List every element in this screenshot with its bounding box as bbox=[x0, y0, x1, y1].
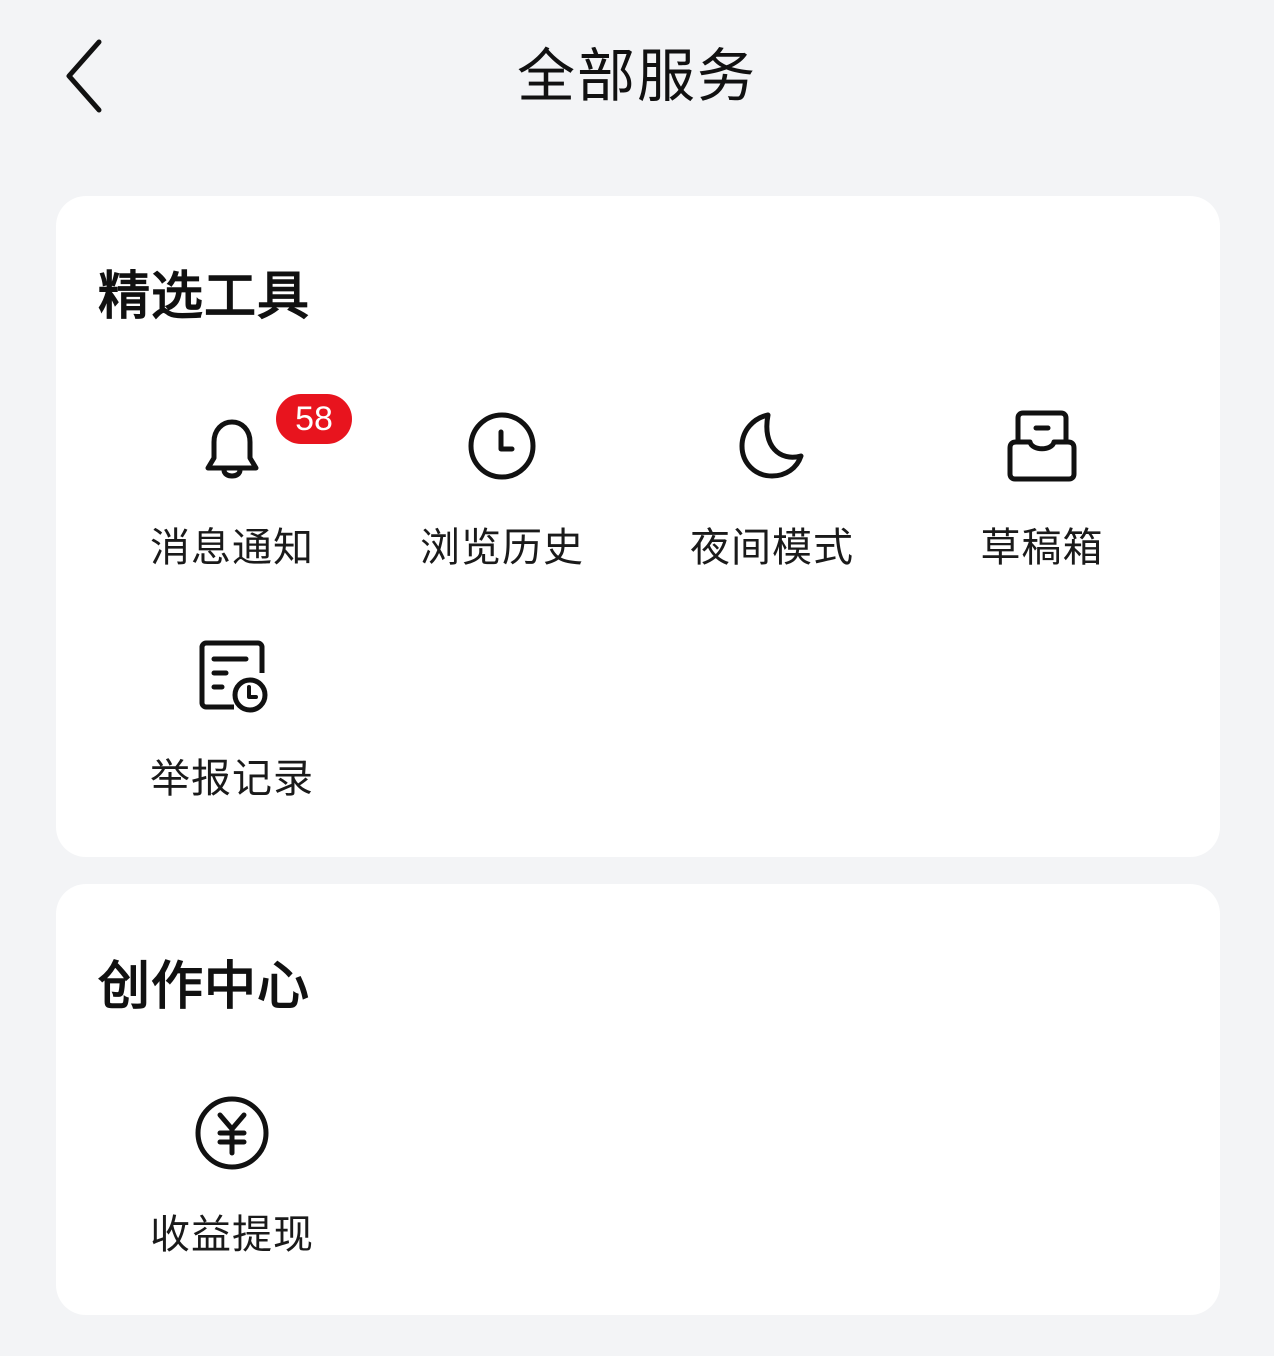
tool-label: 收益提现 bbox=[150, 1212, 314, 1258]
tool-notifications[interactable]: 58 消息通知 bbox=[97, 394, 367, 588]
bell-icon bbox=[194, 408, 270, 484]
tool-report-records[interactable]: 举报记录 bbox=[97, 639, 367, 819]
tool-drafts[interactable]: 草稿箱 bbox=[907, 408, 1177, 588]
tool-history[interactable]: 浏览历史 bbox=[367, 408, 637, 588]
tool-night-mode[interactable]: 夜间模式 bbox=[637, 408, 907, 588]
tool-label: 浏览历史 bbox=[420, 525, 584, 571]
creator-center-card: 创作中心 收益提现 bbox=[56, 884, 1220, 1315]
section-title: 创作中心 bbox=[98, 957, 311, 1017]
yen-coin-icon bbox=[194, 1095, 270, 1171]
tool-label: 举报记录 bbox=[150, 756, 314, 802]
moon-icon bbox=[734, 408, 810, 484]
clock-icon bbox=[464, 408, 540, 484]
notification-count-badge: 58 bbox=[276, 394, 352, 444]
section-title: 精选工具 bbox=[98, 267, 311, 327]
tool-label: 草稿箱 bbox=[980, 525, 1104, 571]
document-clock-icon bbox=[194, 639, 270, 715]
page-title: 全部服务 bbox=[516, 42, 757, 110]
tool-label: 消息通知 bbox=[150, 525, 314, 571]
tool-earnings-withdraw[interactable]: 收益提现 bbox=[97, 1095, 367, 1275]
header-bar: 全部服务 bbox=[0, 0, 1274, 150]
featured-tools-card: 精选工具 58 消息通知 浏览历史 夜间模式 草稿箱 举报记录 bbox=[56, 196, 1220, 857]
tool-label: 夜间模式 bbox=[690, 525, 854, 571]
inbox-icon bbox=[1004, 408, 1080, 484]
